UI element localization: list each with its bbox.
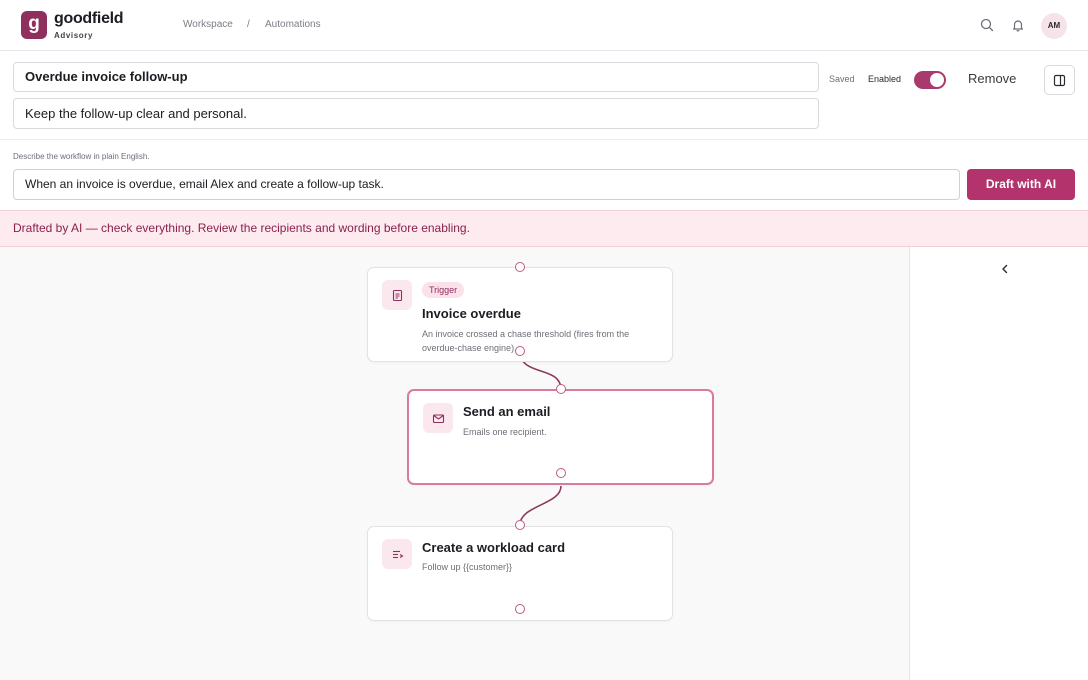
node-description: Emails one recipient. — [463, 427, 547, 437]
node-input-port[interactable] — [556, 384, 566, 394]
node-output-port[interactable] — [515, 346, 525, 356]
list-add-icon — [382, 539, 412, 569]
node-output-port[interactable] — [515, 604, 525, 614]
trigger-badge: Trigger — [422, 282, 465, 298]
node-output-port[interactable] — [556, 468, 566, 478]
ai-draft-warning-banner: Drafted by AI — check everything. Review… — [0, 210, 1088, 247]
saved-status: Saved — [829, 74, 855, 84]
automation-title-input[interactable]: Overdue invoice follow-up — [13, 62, 819, 92]
inspector-panel — [909, 247, 1088, 680]
document-icon — [382, 280, 412, 310]
mail-icon — [423, 403, 453, 433]
brand-name: goodfield — [54, 10, 124, 27]
enabled-toggle[interactable] — [914, 71, 946, 89]
logo-mark[interactable]: g — [21, 11, 47, 39]
node-input-port[interactable] — [515, 262, 525, 272]
breadcrumb-workspace[interactable]: Workspace — [183, 19, 233, 30]
node-title: Create a workload card — [422, 540, 566, 555]
node-title: Send an email — [463, 404, 551, 419]
avatar[interactable]: AM — [1041, 13, 1067, 39]
chevron-left-icon[interactable] — [998, 261, 1012, 277]
prompt-label: Describe the workflow in plain English. — [13, 152, 150, 161]
breadcrumb-separator: / — [247, 19, 250, 30]
brand-subtitle: Advisory — [54, 31, 94, 40]
divider — [0, 139, 1088, 140]
remove-button[interactable]: Remove — [962, 71, 1022, 86]
draft-with-ai-button[interactable]: Draft with AI — [967, 169, 1075, 200]
workflow-canvas[interactable]: Trigger Invoice overdue An invoice cross… — [0, 247, 910, 680]
toggle-panel-button[interactable] — [1044, 65, 1075, 95]
node-title: Invoice overdue — [422, 306, 521, 321]
enabled-label: Enabled — [868, 74, 902, 84]
panel-icon — [1053, 74, 1066, 86]
breadcrumb-automations[interactable]: Automations — [265, 19, 321, 30]
node-input-port[interactable] — [515, 520, 525, 530]
automation-description-input[interactable]: Keep the follow-up clear and personal. — [13, 98, 819, 129]
search-icon[interactable] — [977, 15, 997, 35]
node-description: An invoice crossed a chase threshold (fi… — [422, 329, 630, 353]
bell-icon[interactable] — [1008, 15, 1028, 35]
workflow-prompt-input[interactable]: When an invoice is overdue, email Alex a… — [13, 169, 960, 200]
node-description: Follow up {{customer}} — [422, 562, 513, 572]
top-bar: g goodfield Advisory Workspace / Automat… — [0, 0, 1088, 51]
toggle-knob — [930, 73, 944, 87]
